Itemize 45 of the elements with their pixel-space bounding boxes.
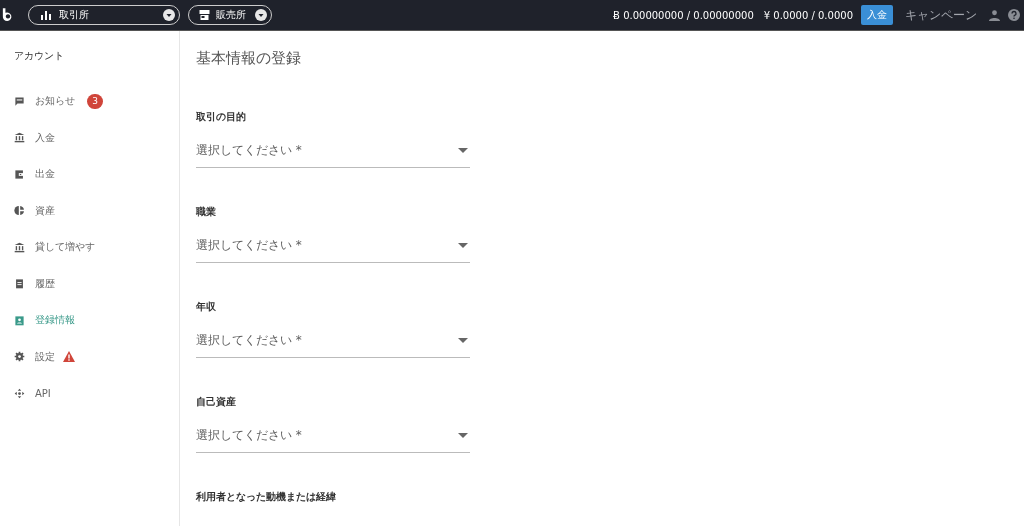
campaign-link[interactable]: キャンペーン — [905, 6, 977, 24]
field-label: 年収 — [196, 300, 217, 314]
sidebar-item[interactable]: 資産 — [35, 203, 55, 218]
id-badge-icon — [14, 314, 25, 326]
bank-icon — [14, 241, 25, 253]
sidebar-item[interactable]: API — [35, 387, 51, 399]
gear-icon — [14, 351, 25, 363]
field-label: 取引の目的 — [196, 110, 247, 124]
field-label: 利用者となった動機または経緯 — [196, 490, 337, 504]
sidebar-item[interactable]: 登録情報 — [35, 313, 75, 328]
store-icon — [199, 10, 210, 20]
jpy-balance: ¥ 0.0000 / 0.0000 — [763, 9, 853, 21]
field-label: 自己資産 — [196, 395, 237, 409]
help-icon[interactable] — [1008, 9, 1020, 21]
sidebar-item[interactable]: 出金 — [35, 167, 55, 182]
bar-chart-icon — [41, 10, 51, 20]
sidebar-heading: アカウント — [13, 49, 65, 63]
count-badge: 3 — [87, 93, 103, 109]
user-icon[interactable] — [989, 9, 1000, 21]
bank-icon — [14, 132, 25, 144]
dropdown-arrow-icon — [458, 338, 468, 343]
dropdown-arrow-icon — [458, 433, 468, 438]
clipboard-icon — [14, 278, 25, 290]
page-title: 基本情報の登録 — [196, 49, 302, 68]
btc-balance: Ƀ 0.00000000 / 0.00000000 — [613, 9, 754, 21]
field-label: 職業 — [196, 205, 217, 219]
logo-icon — [2, 7, 14, 23]
select-field[interactable]: 選択してください * — [196, 237, 470, 263]
sidebar-item[interactable]: お知らせ — [35, 94, 75, 109]
dropdown-arrow-icon — [458, 148, 468, 153]
pie-chart-icon — [14, 205, 25, 217]
deposit-button[interactable]: 入金 — [861, 5, 893, 25]
message-icon — [14, 95, 25, 107]
select-field[interactable]: 選択してください * — [196, 332, 470, 358]
move-arrows-icon — [14, 387, 25, 399]
sidebar-item[interactable]: 設定 — [35, 349, 55, 364]
wallet-icon — [14, 168, 25, 180]
dropdown-arrow-icon — [458, 243, 468, 248]
caret-icon — [163, 9, 175, 21]
sidebar-item[interactable]: 貸して増やす — [35, 240, 95, 255]
sidebar-item[interactable]: 入金 — [35, 130, 55, 145]
select-field[interactable]: 選択してください * — [196, 142, 470, 168]
sidebar-item[interactable]: 履歴 — [35, 276, 55, 291]
select-field[interactable]: 選択してください * — [196, 427, 470, 453]
caret-icon — [255, 9, 267, 21]
